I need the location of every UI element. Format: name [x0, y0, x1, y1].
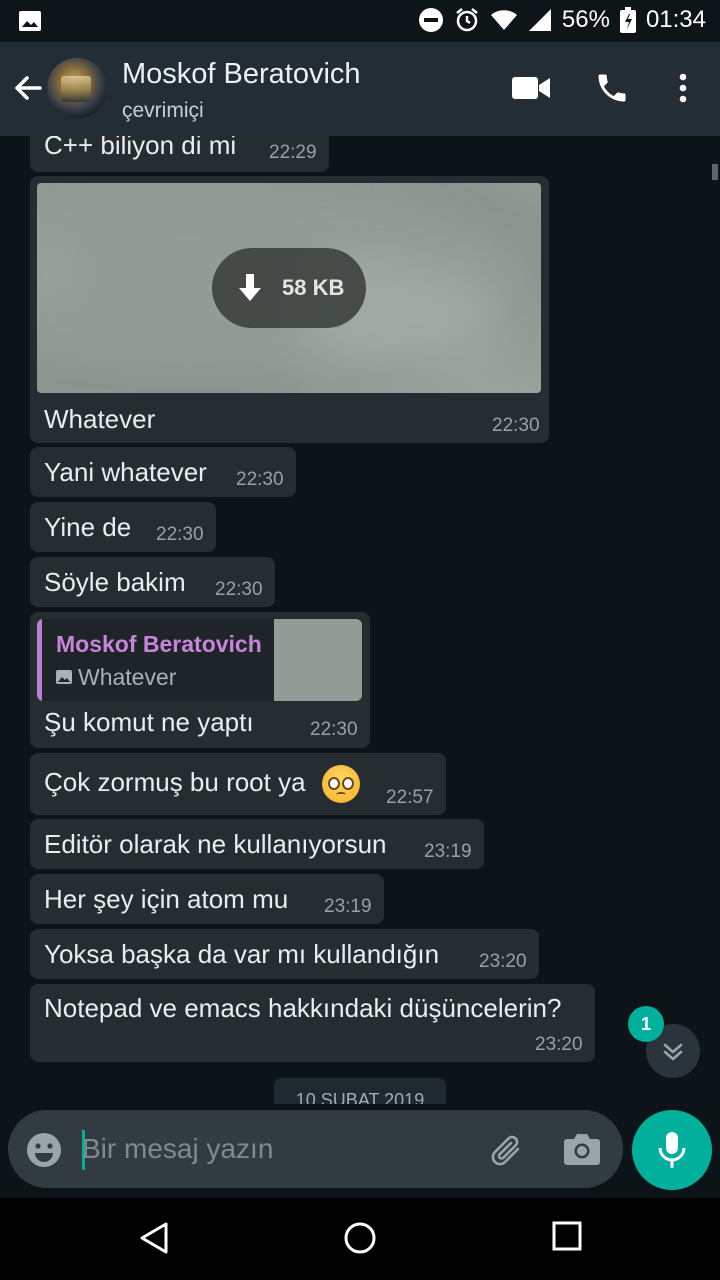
- contact-name[interactable]: Moskof Beratovich: [122, 58, 361, 91]
- message-text: C++ biliyon di mi: [44, 136, 237, 160]
- scroll-down-icon: [663, 1043, 683, 1061]
- avatar[interactable]: [47, 58, 107, 118]
- image-caption: Whatever: [44, 404, 156, 434]
- more-options-button[interactable]: [676, 72, 690, 109]
- quoted-text: Whatever: [78, 664, 177, 690]
- quoted-image-thumbnail: [274, 619, 362, 701]
- alarm-icon: [454, 7, 480, 33]
- emoji-icon: [27, 1133, 61, 1167]
- nav-home-button[interactable]: [343, 1221, 377, 1260]
- message-time: 22:57: [386, 787, 434, 808]
- dnd-icon: [418, 7, 444, 33]
- message-bubble[interactable]: Yani whatever 22:30: [30, 447, 296, 497]
- message-time: 23:19: [424, 841, 472, 862]
- camera-icon: [564, 1134, 600, 1165]
- reply-message-bubble[interactable]: Moskof Beratovich Whatever Şu komut ne y…: [30, 612, 370, 748]
- download-size: 58 KB: [282, 275, 345, 300]
- attach-button[interactable]: [488, 1132, 526, 1173]
- nav-recents-icon: [552, 1221, 582, 1251]
- date-separator: 10 ŞUBAT 2019: [274, 1078, 446, 1104]
- chat-header: Moskof Beratovich çevrimiçi: [0, 42, 720, 136]
- message-composer: [8, 1110, 623, 1188]
- message-bubble[interactable]: Yine de 22:30: [30, 502, 216, 552]
- camera-button[interactable]: [563, 1132, 601, 1171]
- message-time: 22:30: [156, 524, 204, 545]
- message-bubble[interactable]: Editör olarak ne kullanıyorsun 23:19: [30, 819, 484, 869]
- video-call-button[interactable]: [512, 76, 550, 105]
- back-button[interactable]: [8, 68, 48, 108]
- message-text: Editör olarak ne kullanıyorsun: [44, 829, 387, 859]
- mic-icon: [658, 1132, 686, 1168]
- scrollbar[interactable]: [712, 164, 718, 180]
- nav-recents-button[interactable]: [552, 1221, 582, 1256]
- message-time: 22:30: [215, 579, 263, 600]
- message-time: 22:30: [236, 469, 284, 490]
- pleading-face-emoji: [322, 765, 360, 803]
- gallery-icon: [18, 9, 42, 38]
- message-text: Söyle bakim: [44, 567, 186, 597]
- battery-icon: [619, 7, 636, 33]
- more-vert-icon: [679, 73, 687, 103]
- message-input[interactable]: [82, 1126, 462, 1172]
- download-icon: [239, 274, 261, 301]
- message-bubble[interactable]: Her şey için atom mu 23:19: [30, 874, 384, 924]
- clock: 01:34: [645, 6, 706, 33]
- message-text: Notepad ve emacs hakkındaki düşüncelerin…: [44, 993, 562, 1023]
- contact-status: çevrimiçi: [122, 99, 204, 122]
- voice-record-button[interactable]: [632, 1110, 712, 1190]
- message-bubble[interactable]: Notepad ve emacs hakkındaki düşüncelerin…: [30, 984, 595, 1062]
- unread-count-badge: 1: [628, 1006, 664, 1042]
- battery-percent: 56%: [561, 6, 610, 33]
- message-text: Şu komut ne yaptı: [44, 707, 254, 737]
- message-time: 23:20: [535, 1034, 583, 1055]
- message-time: 22:30: [492, 415, 540, 436]
- message-time: 22:29: [269, 142, 317, 163]
- message-list[interactable]: C++ biliyon di mi 22:29 58 KB Whatever 2…: [0, 136, 720, 1104]
- message-time: 22:30: [310, 719, 358, 740]
- video-call-icon: [512, 77, 550, 99]
- message-text: Her şey için atom mu: [44, 884, 289, 914]
- download-button[interactable]: 58 KB: [212, 248, 366, 328]
- quoted-message[interactable]: Moskof Beratovich Whatever: [37, 619, 362, 701]
- quoted-sender: Moskof Beratovich: [56, 631, 262, 657]
- message-text: Yani whatever: [44, 457, 207, 487]
- nav-home-icon: [344, 1222, 376, 1254]
- message-bubble[interactable]: Çok zormuş bu root ya 22:57: [30, 753, 446, 815]
- emoji-button[interactable]: [26, 1132, 62, 1173]
- back-arrow-icon: [15, 76, 42, 100]
- phone-icon: [598, 74, 626, 102]
- image-message-bubble[interactable]: 58 KB Whatever 22:30: [30, 176, 549, 443]
- nav-back-button[interactable]: [138, 1221, 170, 1260]
- message-bubble[interactable]: Söyle bakim 22:30: [30, 557, 275, 607]
- message-text: Yine de: [44, 512, 132, 542]
- status-bar: 56% 01:34: [0, 0, 720, 42]
- nav-back-icon: [140, 1222, 168, 1254]
- message-text: Çok zormuş bu root ya: [44, 767, 306, 797]
- message-time: 23:20: [479, 951, 527, 972]
- voice-call-button[interactable]: [594, 70, 630, 111]
- image-icon: [56, 670, 72, 684]
- message-text: Yoksa başka da var mı kullandığın: [44, 939, 440, 969]
- message-time: 23:19: [324, 896, 372, 917]
- system-nav-bar: [0, 1198, 720, 1280]
- quote-accent-bar: [37, 619, 42, 701]
- signal-icon: [528, 8, 552, 32]
- image-preview[interactable]: 58 KB: [37, 183, 541, 393]
- wifi-icon: [490, 8, 518, 32]
- message-bubble[interactable]: C++ biliyon di mi 22:29: [30, 136, 329, 172]
- attach-icon: [491, 1135, 520, 1166]
- message-bubble[interactable]: Yoksa başka da var mı kullandığın 23:20: [30, 929, 539, 979]
